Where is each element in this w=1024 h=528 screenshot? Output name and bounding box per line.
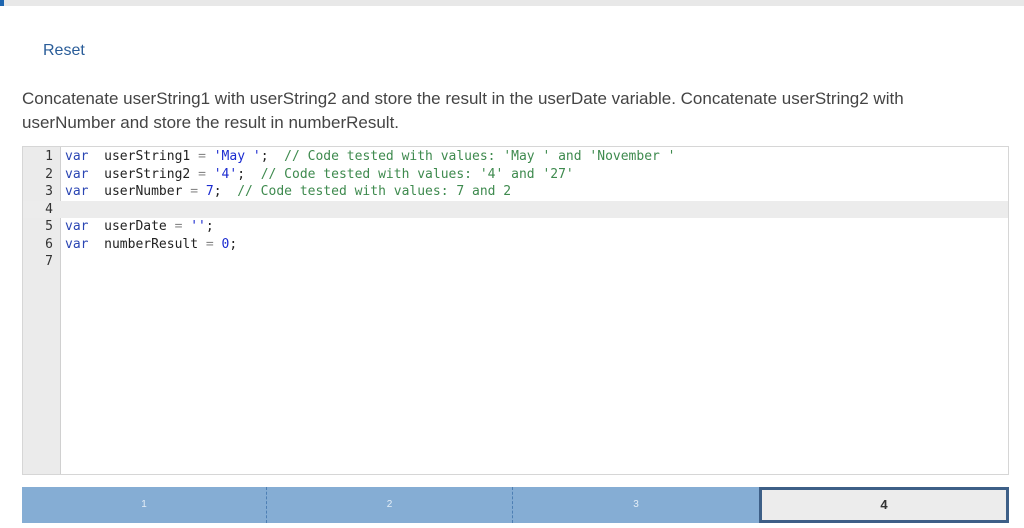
code-token: userString1 <box>88 149 199 164</box>
code-token: = <box>198 166 206 182</box>
code-token: 7 <box>198 184 214 199</box>
code-token: = <box>205 236 214 252</box>
code-token: userDate <box>88 219 175 234</box>
code-line[interactable]: 4 <box>23 200 1008 218</box>
top-bar <box>0 0 1024 6</box>
code-token: ; <box>260 149 285 164</box>
code-token: userString2 <box>88 166 199 182</box>
code-token: '4' <box>205 166 238 182</box>
reset-button[interactable]: Reset <box>43 42 85 60</box>
code-token: ; <box>213 184 238 199</box>
code-line[interactable]: 1 var userString1 = 'May '; // Code teste… <box>23 148 1008 166</box>
top-accent <box>0 0 4 6</box>
line-number: 6 <box>45 236 53 252</box>
code-token: 'May ' <box>205 149 261 164</box>
code-token: var <box>65 166 89 182</box>
code-text[interactable]: var userDate = ''; <box>65 218 214 236</box>
code-text[interactable]: var userNumber = 7; // Code tested with … <box>65 183 511 201</box>
code-token: // Code tested with values: '4' and '27' <box>260 166 574 182</box>
line-number: 1 <box>45 149 53 164</box>
code-token: var <box>65 184 89 199</box>
code-text[interactable]: var numberResult = 0; <box>65 236 237 254</box>
code-token: // Code tested with values: 7 and 2 <box>237 184 512 199</box>
code-token: ; <box>237 166 261 182</box>
progress-step-2[interactable]: 2 <box>267 487 513 523</box>
code-token: ; <box>229 236 238 252</box>
progress-step-4[interactable]: 4 <box>759 487 1009 523</box>
code-token: ; <box>205 219 214 234</box>
code-token: = <box>190 184 199 199</box>
code-text[interactable]: var userString1 = 'May '; // Code tested… <box>65 148 676 166</box>
code-line[interactable]: 5 var userDate = ''; <box>23 218 1008 236</box>
code-token: = <box>198 149 206 164</box>
code-text[interactable]: var userString2 = '4'; // Code tested wi… <box>65 166 574 184</box>
instructions-text: Concatenate userString1 with userString2… <box>22 89 904 132</box>
line-number: 3 <box>45 184 53 199</box>
code-line[interactable]: 2 var userString2 = '4'; // Code tested w… <box>23 166 1008 184</box>
code-lines[interactable]: 1 var userString1 = 'May '; // Code teste… <box>23 147 1008 474</box>
line-number: 4 <box>45 201 53 217</box>
code-token: var <box>65 236 89 252</box>
code-editor[interactable]: 1 var userString1 = 'May '; // Code teste… <box>22 146 1009 475</box>
code-token: numberResult <box>88 236 206 252</box>
progress-step-1[interactable]: 1 <box>22 487 267 523</box>
line-number: 5 <box>45 219 53 234</box>
code-line[interactable]: 6 var numberResult = 0; <box>23 236 1008 254</box>
code-token: '' <box>182 219 206 234</box>
code-line[interactable]: 7 <box>23 253 1008 271</box>
code-token: 0 <box>213 236 230 252</box>
code-token: userNumber <box>88 184 191 199</box>
progress-step-3[interactable]: 3 <box>513 487 759 523</box>
code-line[interactable]: 3 var userNumber = 7; // Code tested with… <box>23 183 1008 201</box>
code-token: var <box>65 219 89 234</box>
code-token: // Code tested with values: 'May ' and '… <box>284 149 676 164</box>
code-token: var <box>65 149 89 164</box>
line-number: 7 <box>45 254 53 269</box>
progress-steps: 1234 <box>22 487 1009 523</box>
line-number: 2 <box>45 166 53 182</box>
